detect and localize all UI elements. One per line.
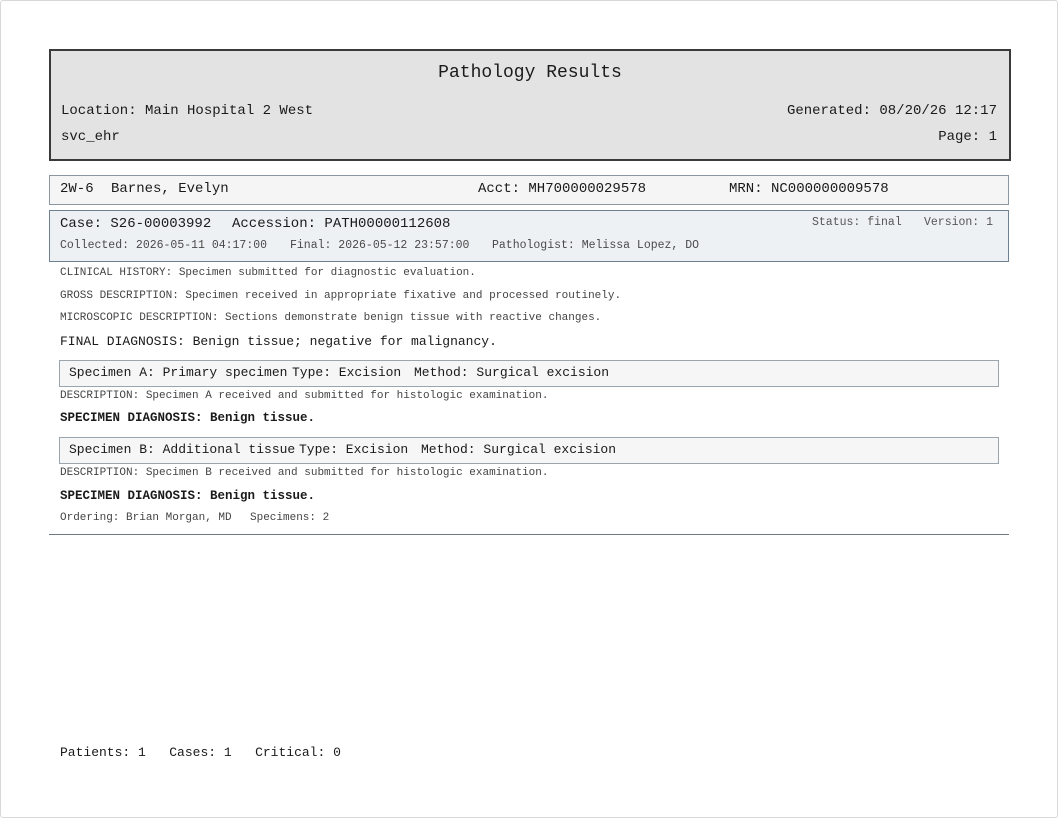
location-label: Location: Main Hospital 2 West (61, 103, 314, 119)
case-number: Case: S26-00003992 (60, 216, 212, 232)
specimen-method: Method: Surgical excision (414, 365, 610, 380)
user-label: svc_ehr (61, 129, 120, 145)
collected-date: Collected: 2026-05-11 04:17:00 (60, 239, 268, 252)
report-header: Pathology Results Location: Main Hospita… (49, 49, 1011, 161)
ordering-physician: Ordering: Brian Morgan, MD (60, 512, 232, 524)
report-page: Pathology Results Location: Main Hospita… (0, 0, 1058, 818)
specimen-type: Type: Excision (299, 442, 409, 457)
specimen-diagnosis: SPECIMEN DIAGNOSIS: Benign tissue. (60, 489, 316, 503)
specimen-label: Specimen B: Additional tissue (69, 442, 296, 457)
specimen-description: DESCRIPTION: Specimen B received and sub… (60, 467, 549, 479)
specimen-description: DESCRIPTION: Specimen A received and sub… (60, 390, 549, 402)
pathologist: Pathologist: Melissa Lopez, DO (492, 239, 700, 252)
clinical-history: CLINICAL HISTORY: Specimen submitted for… (60, 267, 476, 279)
case-version: Version: 1 (924, 216, 994, 229)
section-divider (49, 534, 1009, 535)
final-diagnosis: FINAL DIAGNOSIS: Benign tissue; negative… (60, 334, 497, 349)
summary-cases: Cases: 1 (169, 745, 232, 760)
specimen-count: Specimens: 2 (250, 512, 330, 524)
specimen-header: Specimen B: Additional tissue Type: Exci… (59, 437, 999, 464)
specimen-type: Type: Excision (292, 365, 402, 380)
patient-bar: 2W-6 Barnes, Evelyn Acct: MH700000029578… (49, 175, 1009, 205)
accession-number: Accession: PATH00000112608 (232, 216, 451, 232)
specimen-label: Specimen A: Primary specimen (69, 365, 288, 380)
case-header: Case: S26-00003992 Accession: PATH000001… (49, 210, 1009, 262)
gross-description: GROSS DESCRIPTION: Specimen received in … (60, 290, 622, 302)
generated-timestamp: Generated: 08/20/26 12:17 (786, 103, 997, 119)
report-title: Pathology Results (438, 63, 622, 83)
page-number: Page: 1 (938, 129, 997, 145)
specimen-diagnosis: SPECIMEN DIAGNOSIS: Benign tissue. (60, 411, 316, 425)
case-status: Status: final (812, 216, 902, 229)
patient-mrn: MRN: NC000000009578 (729, 181, 889, 197)
patient-account: Acct: MH700000029578 (478, 181, 647, 197)
specimen-method: Method: Surgical excision (421, 442, 617, 457)
summary-critical: Critical: 0 (255, 745, 341, 760)
patient-bed: 2W-6 (60, 181, 94, 197)
report-summary: Patients: 1 Cases: 1 Critical: 0 (60, 745, 341, 760)
final-date: Final: 2026-05-12 23:57:00 (290, 239, 470, 252)
summary-patients: Patients: 1 (60, 745, 146, 760)
specimen-header: Specimen A: Primary specimen Type: Excis… (59, 360, 999, 387)
microscopic-description: MICROSCOPIC DESCRIPTION: Sections demons… (60, 312, 602, 324)
patient-name: Barnes, Evelyn (111, 181, 229, 197)
